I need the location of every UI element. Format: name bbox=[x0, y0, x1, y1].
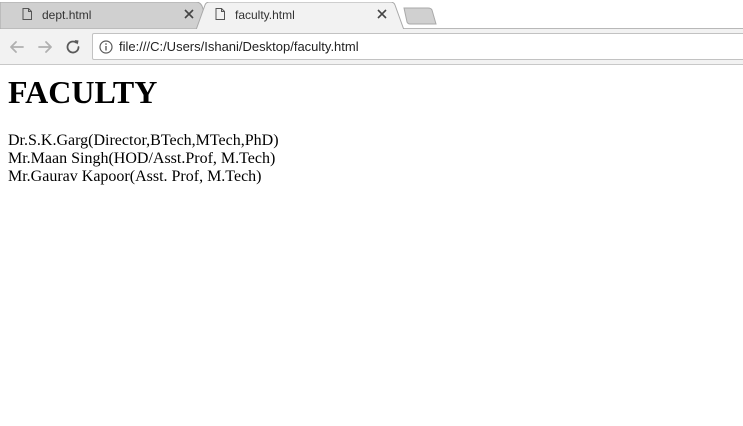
faculty-item: Dr.S.K.Garg(Director,BTech,MTech,PhD) bbox=[8, 132, 279, 149]
faculty-item: Mr.Gaurav Kapoor(Asst. Prof, M.Tech) bbox=[8, 168, 262, 185]
toolbar: file:///C:/Users/Ishani/Desktop/faculty.… bbox=[0, 29, 743, 65]
close-icon[interactable] bbox=[376, 8, 388, 20]
page-content: FACULTY Dr.S.K.Garg(Director,BTech,MTech… bbox=[0, 65, 743, 426]
document-icon bbox=[215, 8, 225, 20]
page-title: FACULTY bbox=[8, 74, 158, 110]
info-icon[interactable] bbox=[99, 40, 113, 54]
faculty-list: Dr.S.K.Garg(Director,BTech,MTech,PhD) Mr… bbox=[8, 132, 279, 186]
new-tab-button[interactable] bbox=[400, 7, 438, 25]
tab-faculty-label: faculty.html bbox=[235, 8, 295, 22]
arrow-right-icon[interactable] bbox=[36, 38, 54, 56]
document-icon bbox=[22, 8, 32, 20]
arrow-left-icon[interactable] bbox=[8, 38, 26, 56]
browser-window: dept.html faculty.html file:///C:/Users/… bbox=[0, 0, 743, 426]
reload-icon[interactable] bbox=[64, 38, 82, 56]
address-bar[interactable]: file:///C:/Users/Ishani/Desktop/faculty.… bbox=[92, 33, 743, 60]
faculty-item: Mr.Maan Singh(HOD/Asst.Prof, M.Tech) bbox=[8, 150, 276, 167]
url-text[interactable]: file:///C:/Users/Ishani/Desktop/faculty.… bbox=[119, 39, 359, 54]
tab-strip: dept.html faculty.html bbox=[0, 0, 743, 30]
tab-dept-label: dept.html bbox=[42, 8, 92, 22]
close-icon[interactable] bbox=[183, 8, 195, 20]
